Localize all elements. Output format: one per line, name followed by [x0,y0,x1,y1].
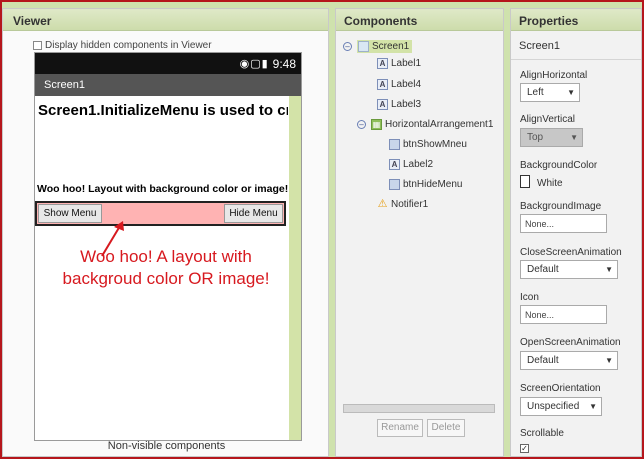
display-hidden-toggle[interactable]: Display hidden components in Viewer [33,40,212,51]
wifi-signal-battery-icons: ◉▢▮ [239,58,269,70]
tree-label: HorizontalArrangement1 [385,119,494,130]
align-vertical-value: Top [527,132,544,143]
tree-node-btnhidemenu[interactable]: btnHideMenu [389,179,462,190]
background-image-label: BackgroundImage [520,201,602,212]
components-horizontal-scrollbar[interactable] [343,404,495,413]
tree-label: btnHideMenu [403,179,463,190]
viewer-title: Viewer [3,9,328,31]
background-color-label: BackgroundColor [520,160,598,171]
dropdown-caret-icon: ▼ [605,265,613,274]
scrollable-label: Scrollable [520,428,564,439]
close-screen-animation-label: CloseScreenAnimation [520,247,622,258]
delete-button[interactable]: Delete [427,419,465,437]
tree-node-screen1-selected[interactable]: Screen1 [357,40,413,53]
phone-scroll-track[interactable] [289,96,301,440]
tree-node-btnshowmneu[interactable]: btnShowMneu [389,139,467,150]
annotation-text: Woo hoo! A layout with backgroud color O… [47,246,285,290]
background-color-swatch[interactable] [520,175,530,188]
screen-icon [358,41,369,52]
collapse-icon[interactable]: – [343,42,352,51]
label-icon: A [377,79,388,90]
tree-label: btnShowMneu [403,139,467,150]
align-horizontal-label: AlignHorizontal [520,70,588,81]
tree-label: Label4 [391,79,422,90]
rename-button[interactable]: Rename [377,419,423,437]
tree-label: Label3 [391,99,422,110]
tree-node-label4[interactable]: A Label4 [377,79,421,90]
annotation-line-1: Woo hoo! A layout with [80,247,252,266]
display-hidden-label: Display hidden components in Viewer [45,40,212,51]
collapse-icon[interactable]: – [357,120,366,129]
align-vertical-select[interactable]: Top ▼ [520,128,583,147]
dropdown-caret-icon: ▼ [589,402,597,411]
screen-content: Screen1.InitializeMenu is used to cre Wo… [35,96,289,440]
properties-title: Properties [511,9,641,31]
tree-label: Label2 [403,159,434,170]
properties-divider [511,59,641,60]
close-screen-animation-value: Default [527,264,559,275]
icon-field[interactable]: None... [520,305,607,324]
phone-preview: ◉▢▮ 9:48 Screen1 Screen1.InitializeMenu … [34,52,302,441]
tree-label: Label1 [391,58,422,69]
background-image-field[interactable]: None... [520,214,607,233]
components-title: Components [336,9,503,31]
screen-orientation-value: Unspecified [527,401,580,412]
tree-node-label3[interactable]: A Label3 [377,99,421,110]
close-screen-animation-select[interactable]: Default ▼ [520,260,618,279]
dropdown-caret-icon: ▼ [567,88,575,97]
status-time: 9:48 [272,56,296,71]
notifier-warning-icon: ⚠ [377,198,388,210]
align-horizontal-select[interactable]: Left ▼ [520,83,580,102]
components-panel: Components – Screen1 A Label1 A Label4 A… [335,8,504,457]
tree-node-screen1[interactable]: – Screen1 [343,40,413,53]
nonvisible-components-label: Non-visible components [107,440,226,452]
screen-orientation-label: ScreenOrientation [520,383,601,394]
tree-label: Screen1 [372,41,410,52]
open-screen-animation-select[interactable]: Default ▼ [520,351,618,370]
align-vertical-label: AlignVertical [520,114,576,125]
background-color-value[interactable]: White [537,178,563,189]
button-icon [389,139,400,150]
open-screen-animation-label: OpenScreenAnimation [520,337,621,348]
selected-component-name: Screen1 [519,40,560,52]
properties-panel: Properties Screen1 AlignHorizontal Left … [510,8,642,457]
icon-property-label: Icon [520,292,539,303]
dropdown-caret-icon: ▼ [570,133,578,142]
open-screen-animation-value: Default [527,355,559,366]
label-icon: A [389,159,400,170]
viewer-panel: Viewer Display hidden components in View… [2,8,329,457]
tree-node-label1[interactable]: A Label1 [377,58,421,69]
tree-node-notifier1[interactable]: ⚠ Notifier1 [377,198,429,211]
display-hidden-checkbox[interactable] [33,41,42,50]
tree-node-horizontalarrangement1[interactable]: – ▦ HorizontalArrangement1 [357,119,493,130]
dropdown-caret-icon: ▼ [605,356,613,365]
scrollable-checkbox[interactable]: ✓ [520,444,529,453]
tree-label: Notifier1 [391,199,429,210]
button-icon [389,179,400,190]
screen-title-bar: Screen1 [35,74,301,96]
annotation-line-2: backgroud color OR image! [62,269,270,288]
horizontal-arrangement-icon: ▦ [371,119,382,130]
label-icon: A [377,99,388,110]
phone-status-bar: ◉▢▮ 9:48 [35,53,301,74]
label-icon: A [377,58,388,69]
align-horizontal-value: Left [527,87,544,98]
tree-node-label2[interactable]: A Label2 [389,159,433,170]
screen-orientation-select[interactable]: Unspecified ▼ [520,397,602,416]
